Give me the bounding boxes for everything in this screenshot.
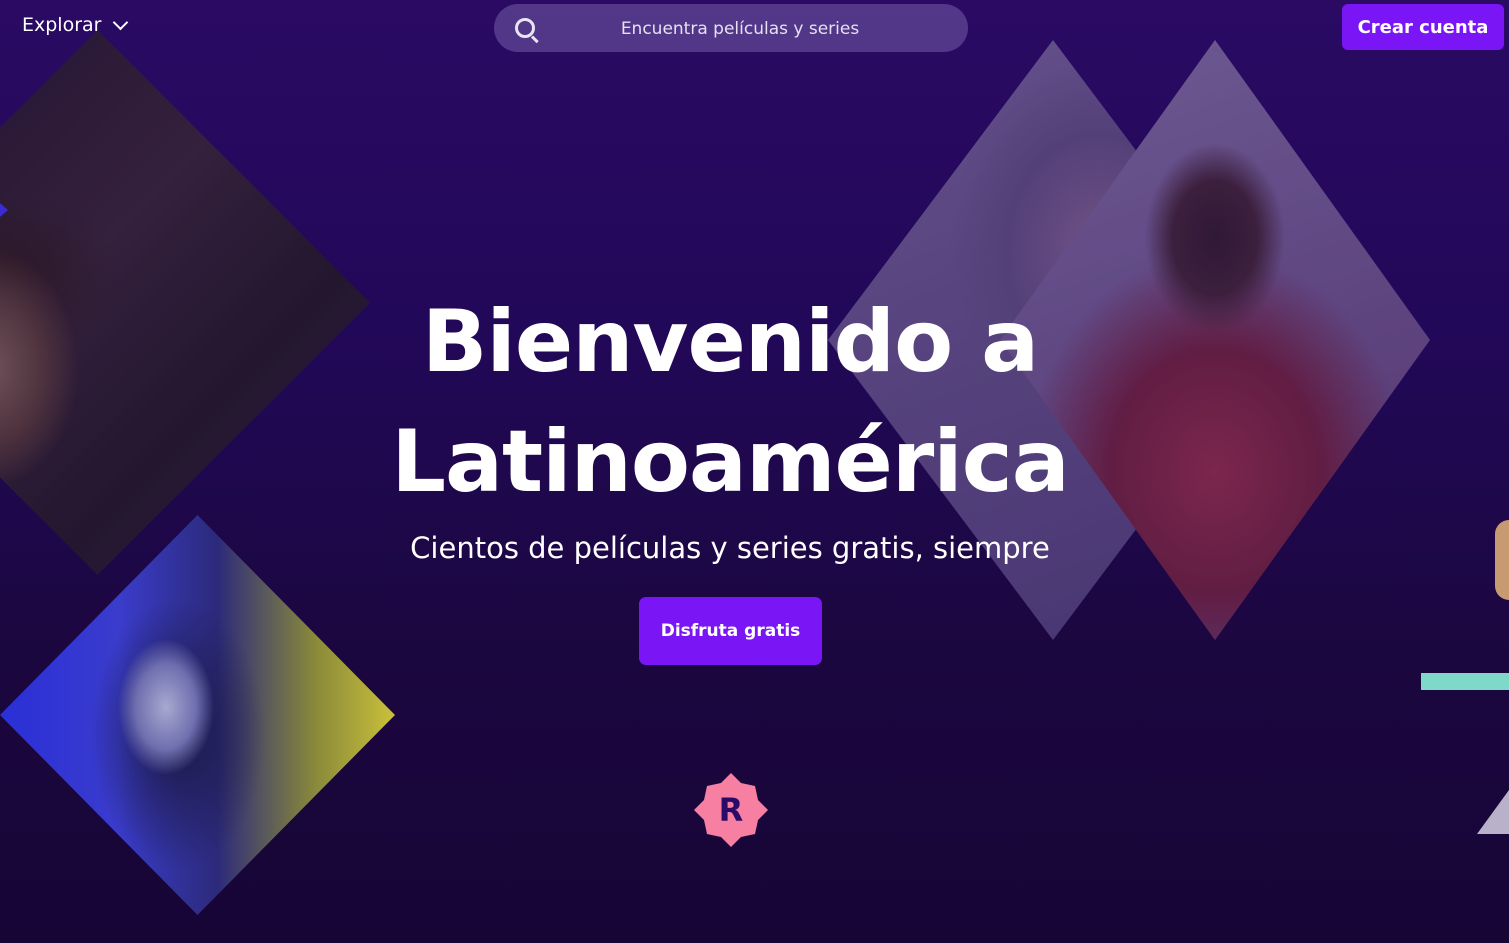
decorative-edge-circle	[1495, 520, 1509, 600]
search-icon[interactable]	[515, 18, 535, 38]
decorative-teal-bar	[1421, 673, 1509, 690]
hero-title-line-2: Latinoamérica	[391, 412, 1070, 512]
featured-still-man	[0, 30, 370, 575]
featured-still-woman	[0, 515, 395, 915]
create-account-button[interactable]: Crear cuenta	[1342, 4, 1504, 50]
hero-title-line-1: Bienvenido a	[421, 292, 1039, 392]
search-bar[interactable]	[494, 4, 968, 54]
page: Explorar Crear cuenta Bienvenido a Latin…	[0, 0, 1509, 943]
explore-label: Explorar	[22, 14, 102, 36]
decorative-triangle	[1477, 790, 1509, 834]
brand-logo: R	[694, 773, 768, 847]
top-nav: Explorar Crear cuenta	[0, 0, 1509, 56]
chevron-down-icon	[113, 14, 129, 30]
search-input[interactable]	[558, 4, 922, 54]
brand-logo-letter: R	[718, 791, 744, 829]
explore-menu[interactable]: Explorar	[22, 14, 129, 36]
hero-subtitle: Cientos de películas y series gratis, si…	[410, 531, 1050, 565]
enjoy-free-button[interactable]: Disfruta gratis	[639, 597, 822, 665]
hero-title: Bienvenido a Latinoamérica	[330, 282, 1130, 522]
